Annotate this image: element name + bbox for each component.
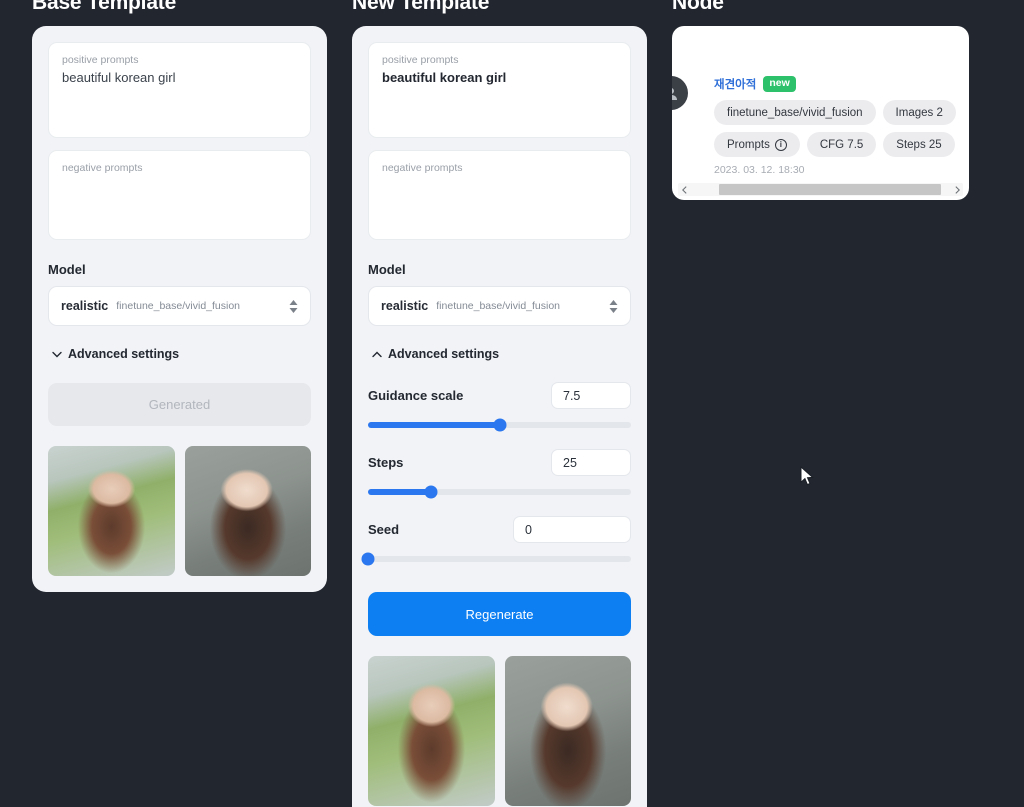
- status-badge: new: [763, 76, 796, 92]
- seed-header: Seed 0: [368, 516, 631, 543]
- steps-param: Steps 25: [368, 449, 631, 499]
- mouse-cursor: [800, 465, 816, 493]
- node-chip-row-2: Prompts i CFG 7.5 Steps 25: [714, 132, 957, 157]
- chevron-up-down-icon: [289, 299, 298, 313]
- scroll-right-arrow-icon[interactable]: [951, 183, 963, 196]
- avatar: [672, 76, 688, 110]
- node-chip-row-1: finetune_base/vivid_fusion Images 2: [714, 100, 957, 125]
- regenerate-button[interactable]: Regenerate: [368, 592, 631, 636]
- new-template-column: New Template positive prompts beautiful …: [352, 0, 647, 807]
- node-details: 재견아적 new finetune_base/vivid_fusion Imag…: [714, 40, 957, 176]
- guidance-scale-input[interactable]: 7.5: [551, 382, 631, 409]
- chip-images[interactable]: Images 2: [882, 100, 956, 125]
- base-template-column: Base Template positive prompts beautiful…: [32, 0, 327, 592]
- base-generated-image-2[interactable]: [184, 446, 311, 576]
- base-negative-prompt-box[interactable]: negative prompts: [48, 150, 311, 240]
- generated-button[interactable]: Generated: [48, 383, 311, 426]
- seed-label: Seed: [368, 522, 400, 537]
- guidance-scale-slider-thumb[interactable]: [493, 418, 506, 432]
- base-negative-prompt-label: negative prompts: [62, 162, 143, 174]
- steps-input[interactable]: 25: [551, 449, 631, 476]
- new-template-card: positive prompts beautiful korean girl n…: [352, 26, 647, 807]
- new-negative-prompt-label: negative prompts: [382, 162, 463, 174]
- steps-slider-fill: [368, 489, 432, 495]
- node-username[interactable]: 재견아적: [714, 76, 756, 92]
- base-model-label: Model: [48, 262, 86, 277]
- steps-slider-thumb[interactable]: [424, 485, 438, 499]
- node-title: Node: [672, 0, 724, 14]
- base-generated-images: [48, 446, 311, 576]
- base-model-name: realistic: [61, 299, 109, 313]
- new-template-title: New Template: [352, 0, 490, 14]
- node-user-row: 재견아적 new: [714, 76, 957, 92]
- node-column: Node 재견아적 new finetune_base/vivid_fusion…: [672, 0, 972, 200]
- base-template-title: Base Template: [32, 0, 177, 14]
- guidance-scale-slider[interactable]: [368, 418, 631, 432]
- chip-steps[interactable]: Steps 25: [883, 132, 955, 157]
- new-generated-images: [368, 656, 631, 806]
- chevron-down-icon: [52, 351, 62, 358]
- steps-label: Steps: [368, 455, 404, 470]
- node-card-content: 재견아적 new finetune_base/vivid_fusion Imag…: [672, 26, 969, 181]
- new-negative-prompt-box[interactable]: negative prompts: [368, 150, 631, 240]
- guidance-scale-header: Guidance scale 7.5: [368, 382, 631, 409]
- seed-param: Seed 0: [361, 516, 631, 566]
- columns-container: Base Template positive prompts beautiful…: [0, 0, 1024, 807]
- scrollbar-track[interactable]: [690, 184, 951, 195]
- base-generated-image-1[interactable]: [48, 446, 175, 576]
- new-model-name: realistic: [381, 299, 429, 313]
- node-horizontal-scrollbar[interactable]: [678, 183, 963, 196]
- base-model-path: finetune_base/vivid_fusion: [116, 300, 241, 312]
- node-card[interactable]: 재견아적 new finetune_base/vivid_fusion Imag…: [672, 26, 969, 200]
- guidance-scale-label: Guidance scale: [368, 388, 464, 403]
- new-positive-prompt-label: positive prompts: [382, 54, 459, 66]
- guidance-scale-param: Guidance scale 7.5: [368, 382, 631, 432]
- user-avatar-icon: [672, 88, 677, 100]
- guidance-scale-slider-fill: [368, 422, 500, 428]
- info-icon[interactable]: i: [774, 138, 787, 151]
- chip-model[interactable]: finetune_base/vivid_fusion: [714, 100, 876, 125]
- new-advanced-settings-toggle[interactable]: Advanced settings: [372, 347, 631, 361]
- scrollbar-thumb[interactable]: [718, 184, 941, 195]
- chip-prompts[interactable]: Prompts i: [714, 132, 800, 157]
- chip-prompts-label: Prompts: [727, 138, 770, 151]
- new-model-path: finetune_base/vivid_fusion: [436, 300, 561, 312]
- new-positive-prompt-value: beautiful korean girl: [382, 70, 507, 85]
- base-positive-prompt-box[interactable]: positive prompts beautiful korean girl: [48, 42, 311, 138]
- base-template-card: positive prompts beautiful korean girl n…: [32, 26, 327, 592]
- steps-header: Steps 25: [368, 449, 631, 476]
- base-model-select[interactable]: realistic finetune_base/vivid_fusion: [48, 286, 311, 326]
- new-model-label: Model: [368, 262, 406, 277]
- seed-slider[interactable]: [361, 552, 631, 566]
- chevron-up-icon: [372, 351, 382, 358]
- steps-slider[interactable]: [368, 485, 631, 499]
- scroll-left-arrow-icon[interactable]: [678, 183, 690, 196]
- new-model-select[interactable]: realistic finetune_base/vivid_fusion: [368, 286, 631, 326]
- base-positive-prompt-value: beautiful korean girl: [62, 70, 176, 85]
- app-root: Base Template positive prompts beautiful…: [0, 0, 1024, 807]
- new-generated-image-2[interactable]: [504, 656, 631, 806]
- chip-cfg[interactable]: CFG 7.5: [806, 132, 877, 157]
- seed-input[interactable]: 0: [513, 516, 631, 543]
- chevron-up-down-icon: [609, 299, 618, 313]
- base-advanced-settings-label: Advanced settings: [68, 347, 180, 361]
- base-advanced-settings-toggle[interactable]: Advanced settings: [52, 347, 311, 361]
- new-advanced-settings-label: Advanced settings: [388, 347, 500, 361]
- node-timestamp: 2023. 03. 12. 18:30: [714, 164, 805, 176]
- new-positive-prompt-box[interactable]: positive prompts beautiful korean girl: [368, 42, 631, 138]
- seed-slider-thumb[interactable]: [361, 552, 375, 566]
- base-positive-prompt-label: positive prompts: [62, 54, 139, 66]
- new-generated-image-1[interactable]: [368, 656, 495, 806]
